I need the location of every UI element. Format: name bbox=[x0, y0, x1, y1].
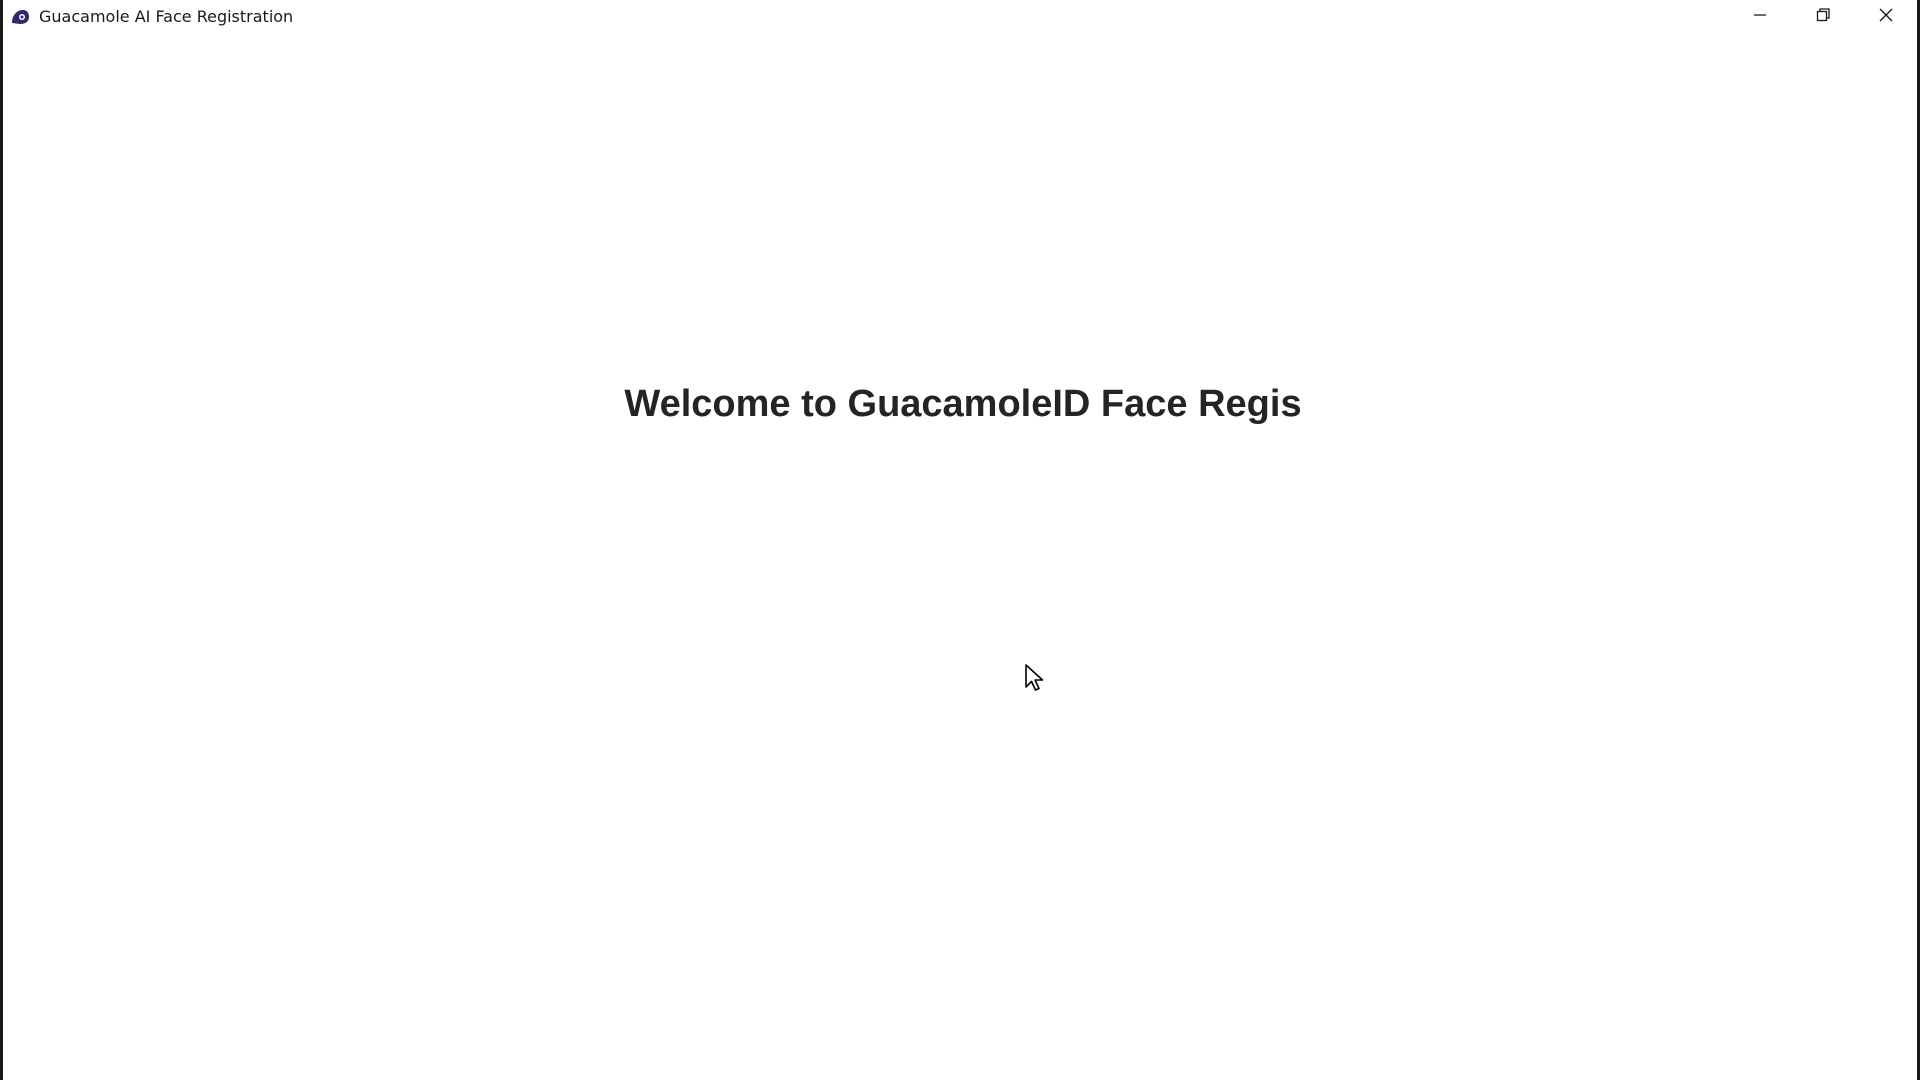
welcome-heading: Welcome to GuacamoleID Face Regis bbox=[624, 383, 1302, 425]
close-button[interactable] bbox=[1854, 0, 1917, 30]
minimize-button[interactable] bbox=[1728, 0, 1791, 30]
restore-icon bbox=[1816, 8, 1830, 22]
title-bar[interactable]: Guacamole AI Face Registration bbox=[3, 0, 1917, 33]
window-controls bbox=[1728, 0, 1917, 30]
close-icon bbox=[1879, 8, 1892, 22]
restore-button[interactable] bbox=[1791, 0, 1854, 30]
window-title: Guacamole AI Face Registration bbox=[39, 7, 294, 26]
minimize-icon bbox=[1753, 14, 1766, 16]
main-content: Welcome to GuacamoleID Face Regis bbox=[3, 33, 1917, 1080]
app-window: Guacamole AI Face Registration Welcome t… bbox=[0, 0, 1920, 1080]
app-icon bbox=[9, 6, 31, 28]
